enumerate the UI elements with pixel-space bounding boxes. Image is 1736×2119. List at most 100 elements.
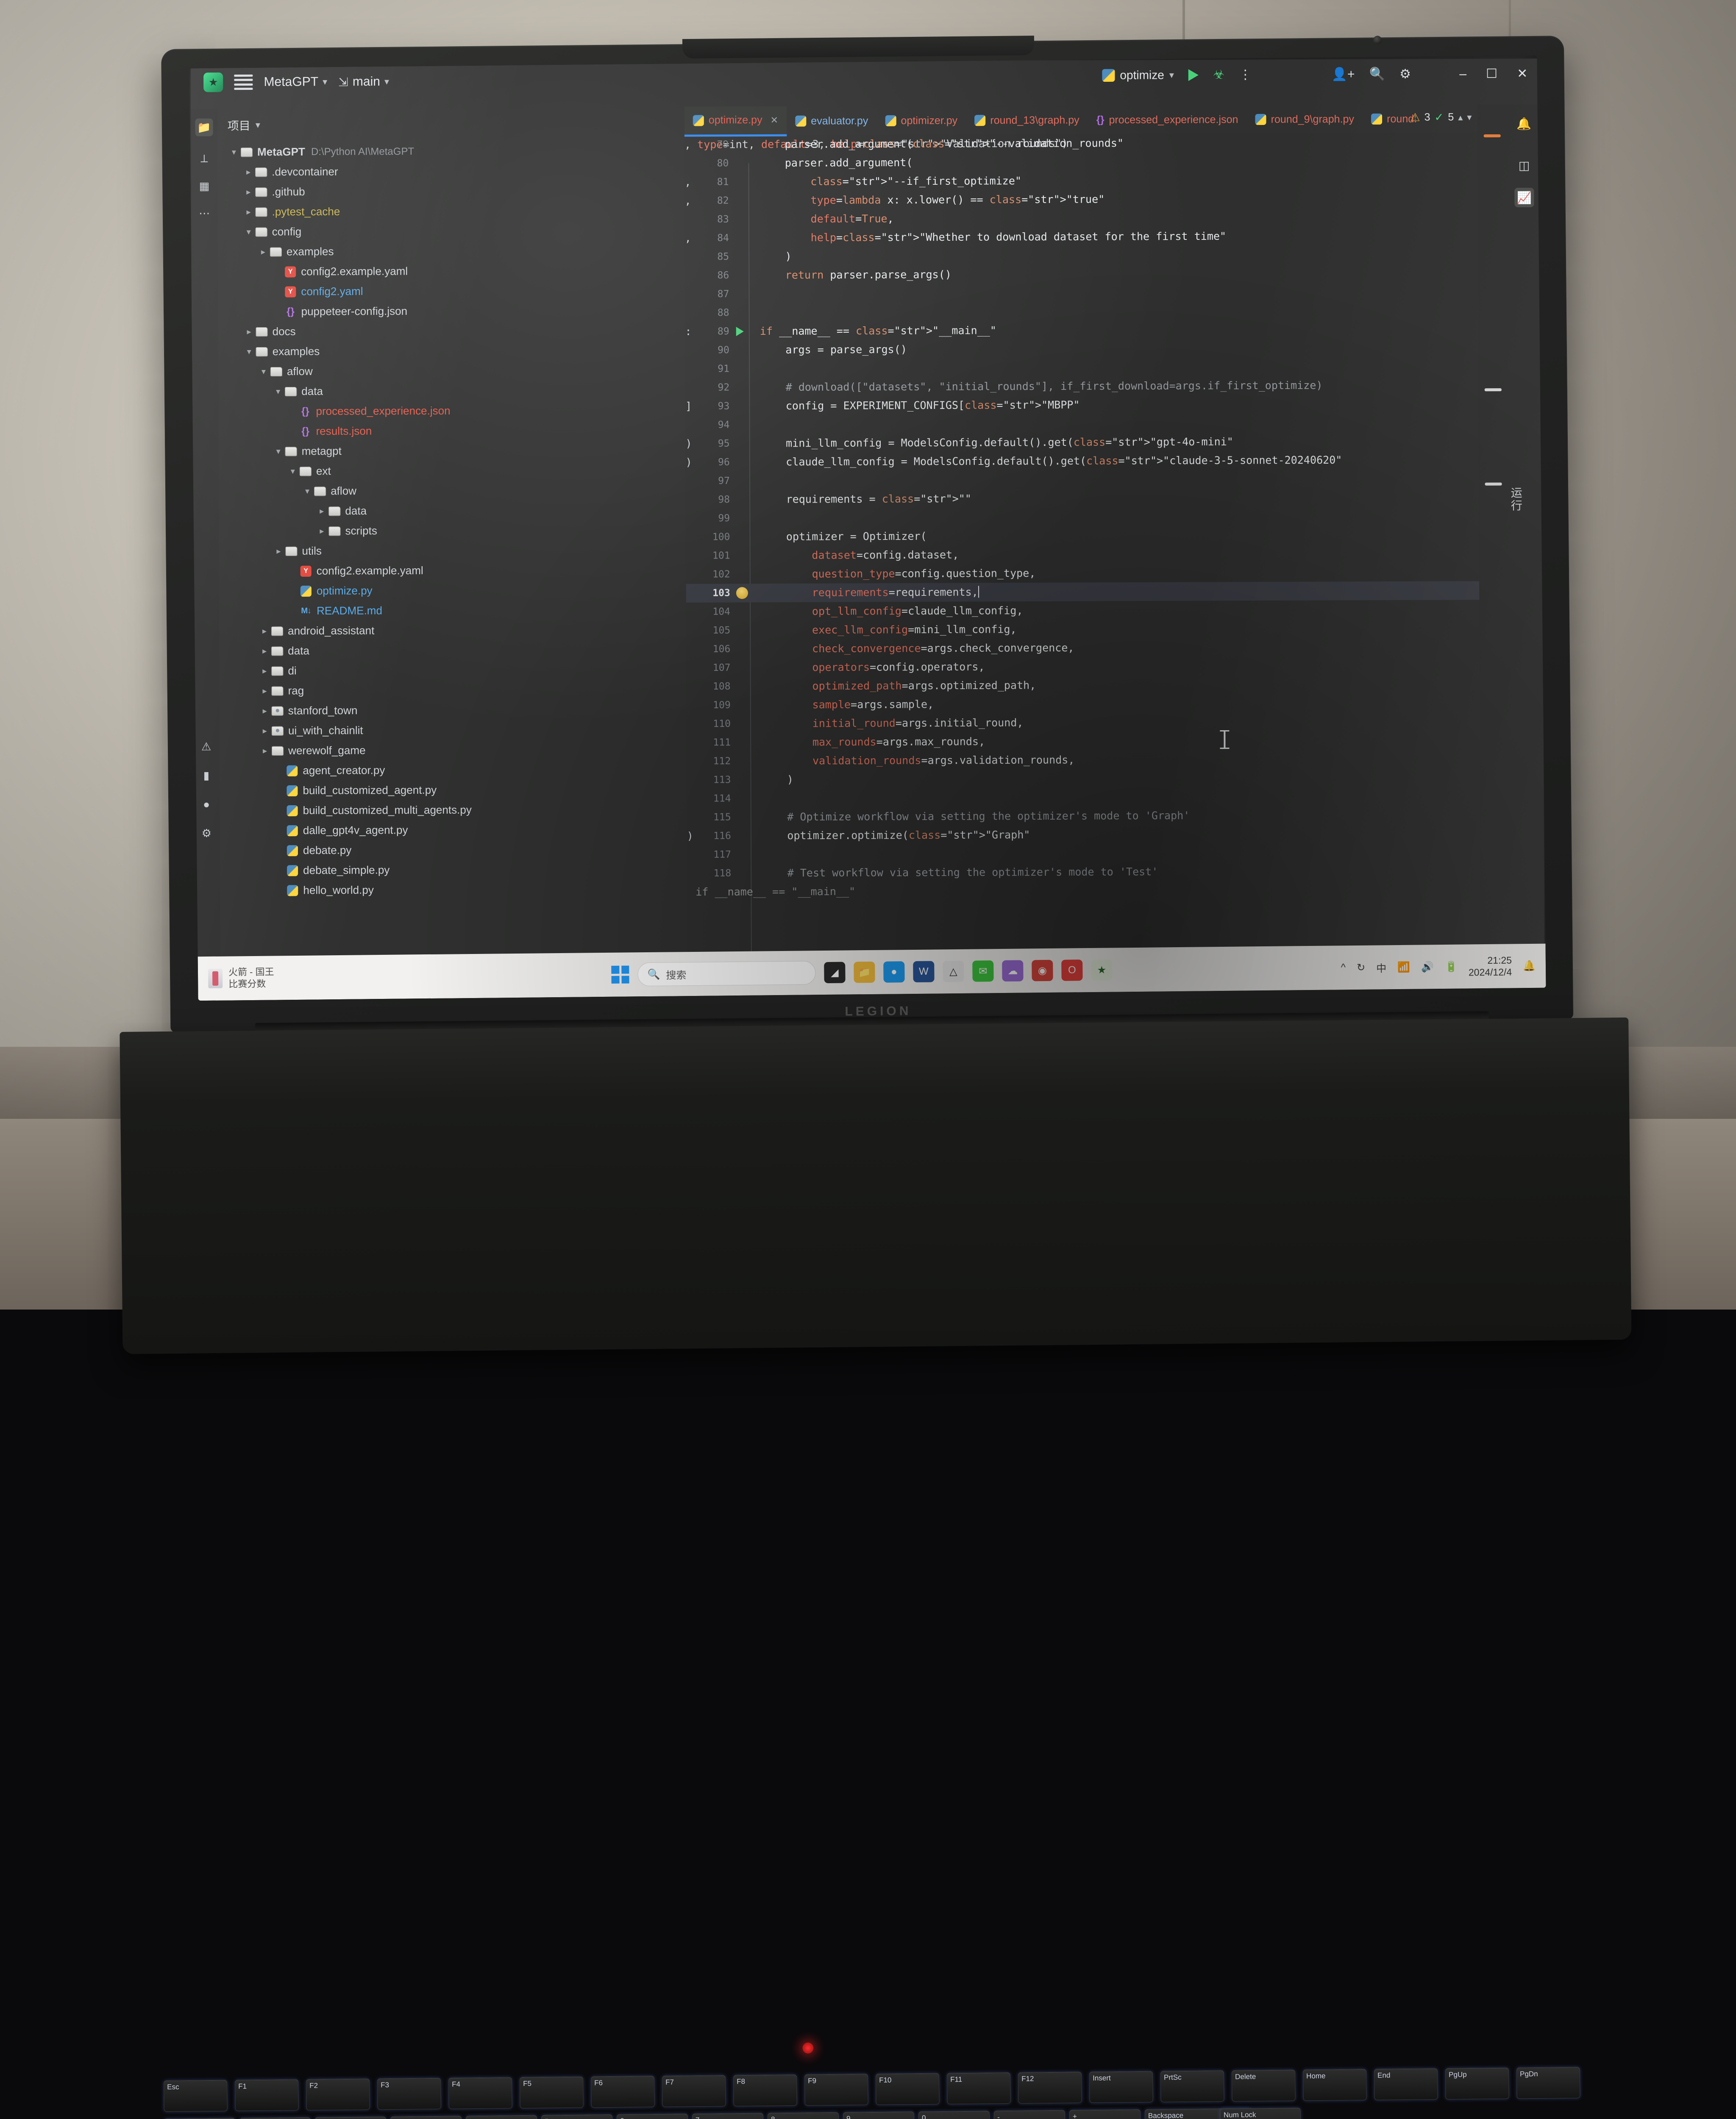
code-line[interactable]: 79 parser.add_argument(class="str">"--va… <box>684 133 1478 154</box>
code-line[interactable]: 87 <box>685 282 1478 304</box>
tree-node[interactable]: ▾config <box>217 220 684 242</box>
tree-node[interactable]: dalle_gpt4v_agent.py <box>220 819 687 841</box>
tree-node[interactable]: ▾metagpt <box>218 440 685 462</box>
python-console-icon[interactable]: ● <box>198 795 215 813</box>
wps-icon[interactable]: △ <box>943 961 964 982</box>
commit-tool-icon[interactable]: ⟂ <box>195 150 213 168</box>
analytics-chart-icon[interactable]: 📈 <box>1514 188 1534 207</box>
tree-node[interactable]: build_customized_multi_agents.py <box>220 799 687 821</box>
run-configuration-selector[interactable]: optimize ▾ <box>1102 68 1174 82</box>
project-panel-header[interactable]: 项目 ▾ <box>228 117 260 133</box>
tree-node[interactable]: ▸scripts <box>219 520 686 541</box>
services-tool-icon[interactable]: ⚙ <box>198 824 215 842</box>
taskbar-news-widget[interactable]: 火箭 - 国王 比赛分数 <box>208 966 274 990</box>
tree-expand-arrow[interactable]: ▸ <box>316 506 327 516</box>
tree-node[interactable]: ▸rag <box>219 679 686 701</box>
tree-node[interactable]: ▸stanford_town <box>219 699 686 721</box>
pycharm-icon[interactable]: ★ <box>1091 959 1112 981</box>
tree-node[interactable]: optimize.py <box>219 580 686 601</box>
chevron-down-icon[interactable]: ▾ <box>1467 112 1472 123</box>
code-line[interactable]: 106 check_convergence=args.check_converg… <box>686 637 1480 659</box>
tree-expand-arrow[interactable]: ▸ <box>243 326 254 337</box>
search-icon[interactable]: 🔍 <box>1369 67 1385 82</box>
notifications-bell-icon[interactable]: 🔔 <box>1523 959 1536 972</box>
code-line[interactable]: 89if __name__ == class="str">"__main__": <box>685 320 1478 341</box>
tray-chevron-icon[interactable]: ^ <box>1341 962 1346 973</box>
window-minimize-button[interactable]: – <box>1457 67 1469 81</box>
key-9[interactable]: 9 <box>843 2111 915 2119</box>
wechat-icon[interactable]: ✉ <box>972 960 993 982</box>
code-line[interactable]: 116 optimizer.optimize(class="str">"Grap… <box>687 824 1480 845</box>
code-line[interactable]: 80 parser.add_argument( <box>684 151 1478 173</box>
tree-expand-arrow[interactable]: ▸ <box>243 167 254 177</box>
structure-tool-icon[interactable]: ▦ <box>195 177 213 195</box>
ime-indicator[interactable]: 中 <box>1376 960 1386 975</box>
tree-expand-arrow[interactable]: ▾ <box>258 366 269 377</box>
tree-node[interactable]: Yconfig2.example.yaml <box>219 560 686 581</box>
key-f10[interactable]: F10 <box>876 2073 940 2105</box>
tree-expand-arrow[interactable]: ▸ <box>258 247 269 257</box>
tree-expand-arrow[interactable]: ▸ <box>259 666 270 676</box>
key-6[interactable]: 6 <box>617 2113 688 2119</box>
code-line[interactable]: 110 initial_round=args.initial_round, <box>687 712 1480 734</box>
key-f1[interactable]: F1 <box>235 2079 299 2111</box>
code-line[interactable]: 84 help=class="str">"Whether to download… <box>685 226 1478 248</box>
code-line[interactable]: 97 <box>686 469 1479 491</box>
code-line[interactable]: 113 ) <box>687 768 1480 790</box>
key-f12[interactable]: F12 <box>1018 2072 1082 2103</box>
tree-expand-arrow[interactable]: ▸ <box>243 186 254 197</box>
code-line[interactable]: 91 <box>685 357 1479 378</box>
tree-expand-arrow[interactable]: ▸ <box>259 686 270 696</box>
code-line[interactable]: 98 requirements = class="str">"" <box>686 488 1479 509</box>
code-line[interactable]: 118 # Test workflow via setting the opti… <box>687 862 1480 883</box>
key-home[interactable]: Home <box>1303 2069 1367 2101</box>
problems-tool-icon[interactable]: ⚠ <box>198 737 215 755</box>
tree-node[interactable]: ▾examples <box>218 340 685 362</box>
tree-node[interactable]: hello_world.py <box>220 879 687 901</box>
code-line[interactable]: 96 claude_llm_config = ModelsConfig.defa… <box>686 450 1479 472</box>
key-f6[interactable]: F6 <box>591 2076 655 2108</box>
key-4[interactable]: 4 <box>466 2115 537 2119</box>
editor-tab[interactable]: optimize.py✕ <box>684 106 787 136</box>
onedrive-icon[interactable]: ☁ <box>1002 960 1023 982</box>
key-8[interactable]: 8 <box>768 2112 839 2119</box>
battery-charging-icon[interactable]: 🔋 <box>1445 960 1458 973</box>
key-insert[interactable]: Insert <box>1089 2071 1153 2103</box>
key--[interactable]: - <box>994 2110 1066 2119</box>
key-f7[interactable]: F7 <box>662 2075 726 2107</box>
code-line[interactable]: 107 operators=config.operators, <box>686 656 1480 678</box>
tree-expand-arrow[interactable]: ▾ <box>302 486 313 496</box>
code-line[interactable]: 81 class="str">"--if_first_optimize", <box>684 170 1478 192</box>
wifi-icon[interactable]: 📶 <box>1397 961 1410 973</box>
key-esc[interactable]: Esc <box>164 2080 228 2112</box>
code-line[interactable]: 117 <box>687 843 1480 864</box>
tree-node[interactable]: ▸ui_with_chainlit <box>220 719 687 741</box>
database-icon[interactable]: ◫ <box>1514 156 1534 175</box>
code-line[interactable]: 109 sample=args.sample, <box>687 693 1480 715</box>
key-2[interactable]: 2 <box>315 2116 387 2119</box>
tree-node[interactable]: ▸werewolf_game <box>220 739 687 761</box>
editor-tab[interactable]: optimizer.py <box>876 106 966 135</box>
run-icon[interactable] <box>1188 69 1199 81</box>
code-line[interactable]: 82 type=lambda x: x.lower() == class="st… <box>684 189 1478 210</box>
run-gutter-icon[interactable] <box>736 327 744 336</box>
code-line[interactable]: 100 optimizer = Optimizer( <box>686 525 1479 547</box>
tree-expand-arrow[interactable]: ▾ <box>228 147 239 157</box>
code-line[interactable]: 99 <box>686 506 1479 528</box>
key-f5[interactable]: F5 <box>520 2077 584 2108</box>
add-user-icon[interactable]: 👤+ <box>1332 67 1355 82</box>
tree-node[interactable]: Yconfig2.yaml <box>218 280 685 302</box>
keyboard[interactable]: EscF1F2F3F4F5F6F7F8F9F10F11F12InsertPrtS… <box>155 2063 1569 2119</box>
key-f2[interactable]: F2 <box>306 2078 370 2110</box>
close-icon[interactable]: ✕ <box>771 114 779 125</box>
code-line[interactable]: 88 <box>685 301 1478 323</box>
tree-node[interactable]: ▾MetaGPTD:\Python AI\MetaGPT <box>217 141 684 162</box>
key-5[interactable]: 5 <box>541 2114 613 2119</box>
tree-expand-arrow[interactable]: ▸ <box>259 726 270 736</box>
code-line[interactable]: 94 <box>685 413 1479 434</box>
tree-expand-arrow[interactable]: ▾ <box>243 227 254 237</box>
tree-expand-arrow[interactable]: ▾ <box>273 386 284 397</box>
code-line[interactable]: 102 question_type=config.question_type, <box>686 562 1479 584</box>
settings-gear-icon[interactable]: ⚙ <box>1399 67 1411 81</box>
key-f9[interactable]: F9 <box>804 2074 868 2105</box>
